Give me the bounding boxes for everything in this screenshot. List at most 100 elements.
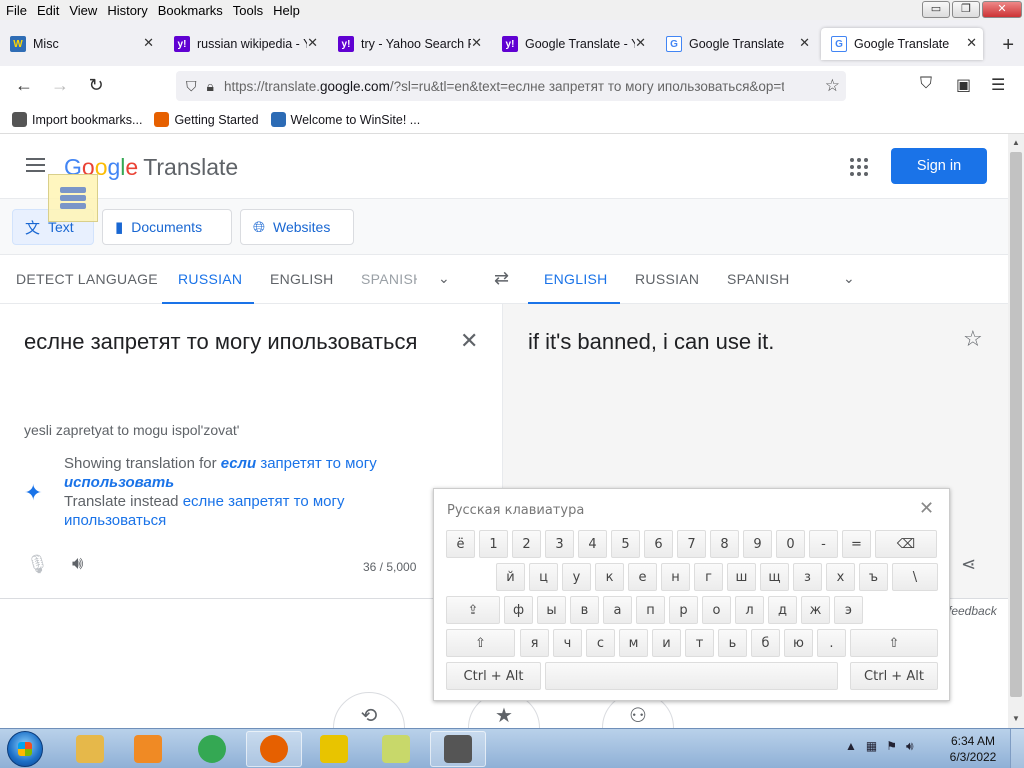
browser-tab-1[interactable]: W Misc ✕: [0, 28, 160, 60]
chevron-down-icon[interactable]: ⌄: [843, 270, 855, 287]
source-textarea[interactable]: еслне запретят то могу ипользоваться: [24, 326, 444, 358]
history-button[interactable]: ⟲: [333, 692, 405, 728]
key[interactable]: э: [834, 596, 863, 624]
close-tab-icon[interactable]: ✕: [635, 35, 646, 51]
key[interactable]: б: [751, 629, 780, 657]
key[interactable]: 0: [776, 530, 805, 558]
key[interactable]: и: [652, 629, 681, 657]
bookmark-star-icon[interactable]: ☆: [825, 76, 840, 96]
taskbar-firefox[interactable]: [246, 731, 302, 767]
action-center-icon[interactable]: ⚑: [886, 739, 897, 754]
key[interactable]: 2: [512, 530, 541, 558]
key[interactable]: 6: [644, 530, 673, 558]
source-lang-detect[interactable]: DETECT LANGUAGE: [16, 255, 158, 303]
key[interactable]: ы: [537, 596, 566, 624]
key[interactable]: ц: [529, 563, 558, 591]
show-desktop-button[interactable]: [1010, 729, 1024, 768]
taskbar-app-window[interactable]: [430, 731, 486, 767]
key[interactable]: ь: [718, 629, 747, 657]
key[interactable]: ю: [784, 629, 813, 657]
vertical-scrollbar[interactable]: ▲ ▼: [1008, 134, 1024, 728]
browser-tab-3[interactable]: y! try - Yahoo Search Results✕: [328, 28, 488, 60]
key[interactable]: д: [768, 596, 797, 624]
key[interactable]: 5: [611, 530, 640, 558]
key[interactable]: м: [619, 629, 648, 657]
forward-button[interactable]: →: [48, 75, 72, 96]
target-lang-russian[interactable]: RUSSIAN: [635, 255, 699, 303]
speaker-icon[interactable]: 🔊︎: [72, 553, 83, 574]
network-icon[interactable]: ▦: [866, 739, 877, 754]
shield-icon[interactable]: ⛉: [186, 78, 197, 95]
key[interactable]: р: [669, 596, 698, 624]
pocket-icon[interactable]: ⛉: [920, 75, 932, 93]
key[interactable]: й: [496, 563, 525, 591]
menu-tools[interactable]: Tools: [228, 3, 268, 18]
key[interactable]: \: [892, 563, 938, 591]
tray-arrow-icon[interactable]: ▲: [845, 739, 857, 754]
bookmark-item[interactable]: Welcome to WinSite! ...: [270, 112, 420, 127]
swap-languages-icon[interactable]: ⇄: [494, 268, 509, 289]
key[interactable]: ё: [446, 530, 475, 558]
chevron-down-icon[interactable]: ⌄: [438, 270, 450, 287]
taskbar-chrome[interactable]: [184, 731, 240, 767]
key-space[interactable]: [545, 662, 838, 690]
taskbar-explorer[interactable]: [62, 731, 118, 767]
key[interactable]: =: [842, 530, 871, 558]
browser-tab-5[interactable]: G Google Translate ✕: [656, 28, 816, 60]
key[interactable]: я: [520, 629, 549, 657]
key[interactable]: к: [595, 563, 624, 591]
key[interactable]: ч: [553, 629, 582, 657]
close-tab-icon[interactable]: ✕: [143, 35, 154, 51]
browser-tab-6[interactable]: G Google Translate ✕: [821, 28, 983, 60]
key[interactable]: ⇧: [446, 629, 515, 657]
key[interactable]: н: [661, 563, 690, 591]
menu-bookmarks[interactable]: Bookmarks: [153, 3, 228, 18]
key[interactable]: 4: [578, 530, 607, 558]
hamburger-menu-icon[interactable]: ☰: [991, 75, 1005, 95]
key[interactable]: п: [636, 596, 665, 624]
share-icon[interactable]: ⋖: [961, 554, 976, 575]
key[interactable]: в: [570, 596, 599, 624]
key[interactable]: щ: [760, 563, 789, 591]
clear-source-icon[interactable]: ✕: [460, 328, 478, 354]
key[interactable]: ф: [504, 596, 533, 624]
menu-view[interactable]: View: [64, 3, 102, 18]
key[interactable]: т: [685, 629, 714, 657]
extension-icon[interactable]: ▣: [956, 75, 971, 95]
key[interactable]: е: [628, 563, 657, 591]
key[interactable]: ⇪: [446, 596, 500, 624]
key[interactable]: ъ: [859, 563, 888, 591]
volume-icon[interactable]: 🔊︎: [906, 739, 914, 754]
lock-icon[interactable]: 🔒︎: [207, 78, 214, 95]
key[interactable]: з: [793, 563, 822, 591]
key[interactable]: ш: [727, 563, 756, 591]
new-tab-button[interactable]: +: [1002, 34, 1014, 57]
close-tab-icon[interactable]: ✕: [966, 35, 977, 51]
key[interactable]: .: [817, 629, 846, 657]
key[interactable]: ж: [801, 596, 830, 624]
target-lang-spanish[interactable]: SPANISH: [727, 255, 790, 303]
key[interactable]: 9: [743, 530, 772, 558]
source-lang-spanish[interactable]: SPANISH: [361, 255, 417, 303]
main-menu-icon[interactable]: [26, 158, 45, 176]
menu-edit[interactable]: Edit: [32, 3, 64, 18]
apps-grid-icon[interactable]: [850, 158, 868, 176]
browser-tab-2[interactable]: y! russian wikipedia - Yahoo✕: [164, 28, 324, 60]
menu-history[interactable]: History: [102, 3, 152, 18]
clock[interactable]: 6:34 AM 6/3/2022: [946, 733, 1000, 765]
window-minimize-button[interactable]: ▭: [922, 1, 950, 18]
menu-help[interactable]: Help: [268, 3, 305, 18]
keyboard-close-icon[interactable]: ✕: [919, 498, 934, 519]
key[interactable]: о: [702, 596, 731, 624]
taskbar-media-player[interactable]: [120, 731, 176, 767]
key-ctrl-alt-right[interactable]: Ctrl + Alt: [850, 662, 938, 690]
window-restore-button[interactable]: ❐: [952, 1, 980, 18]
key[interactable]: л: [735, 596, 764, 624]
key[interactable]: -: [809, 530, 838, 558]
taskbar-winamp[interactable]: [306, 731, 362, 767]
start-button[interactable]: [7, 731, 43, 767]
url-text[interactable]: https://translate.google.com/?sl=ru&tl=e…: [224, 79, 784, 94]
bookmark-item[interactable]: Import bookmarks...: [12, 112, 142, 127]
target-lang-english[interactable]: ENGLISH: [528, 255, 620, 304]
key[interactable]: 7: [677, 530, 706, 558]
